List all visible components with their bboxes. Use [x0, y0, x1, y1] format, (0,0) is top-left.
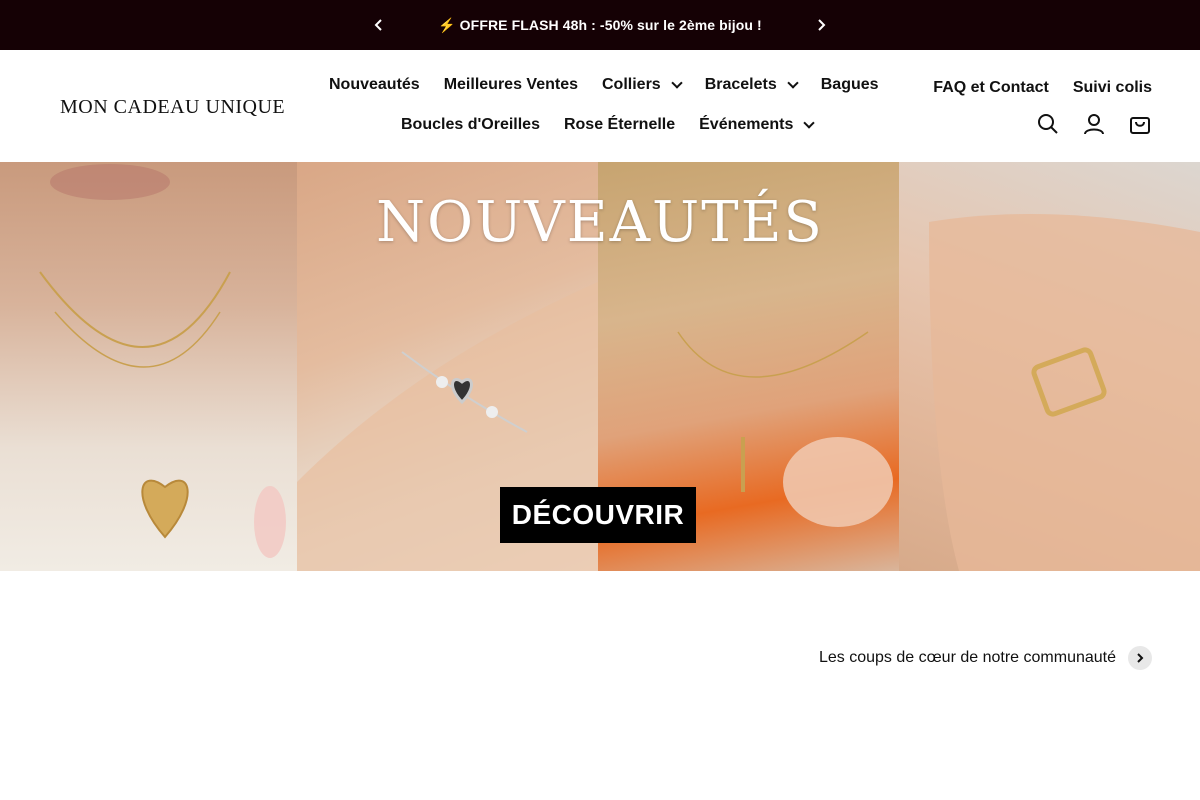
cart-icon: [1130, 117, 1150, 134]
nav-item-bagues[interactable]: Bagues: [821, 76, 879, 94]
hero-title: NOUVEAUTÉS: [376, 190, 824, 255]
site-logo[interactable]: MON CADEAU UNIQUE: [60, 96, 285, 119]
community-favorites-link[interactable]: Les coups de cœur de notre communauté: [819, 646, 1152, 670]
hero-banner: NOUVEAUTÉS DÉCOUVRIR: [0, 162, 1200, 571]
header-icons: [1036, 112, 1152, 136]
nav-item-boucles-oreilles[interactable]: Boucles d'Oreilles: [401, 116, 540, 134]
nav-item-bracelets[interactable]: Bracelets: [705, 76, 799, 94]
community-favorites-label: Les coups de cœur de notre communauté: [818, 649, 1116, 666]
announcement-message: ⚡ OFFRE FLASH 48h : -50% sur le 2ème bij…: [438, 16, 762, 33]
nav-item-meilleures-ventes[interactable]: Meilleures Ventes: [444, 76, 578, 94]
nav-item-nouveautes[interactable]: Nouveautés: [329, 76, 420, 94]
nav-item-rose-eternelle[interactable]: Rose Éternelle: [564, 116, 675, 134]
chevron-right-icon: [1137, 653, 1144, 663]
community-next-button[interactable]: [1128, 646, 1152, 670]
site-header: MON CADEAU UNIQUE Nouveautés Meilleures …: [0, 50, 1200, 162]
chevron-left-icon: [374, 19, 382, 31]
announcement-prev-button[interactable]: [369, 15, 389, 35]
announcement-next-button[interactable]: [811, 15, 831, 35]
discover-button[interactable]: DÉCOUVRIR: [500, 487, 696, 543]
main-nav-row-2: Boucles d'Oreilles Rose Éternelle Événem…: [401, 116, 816, 134]
account-button[interactable]: [1082, 112, 1106, 136]
chevron-down-icon: [671, 77, 683, 89]
account-icon: [1084, 114, 1104, 135]
announcement-bar: ⚡ OFFRE FLASH 48h : -50% sur le 2ème bij…: [0, 0, 1200, 50]
header-links: FAQ et Contact Suivi colis: [933, 79, 1152, 97]
nav-item-colliers[interactable]: Colliers: [602, 76, 683, 94]
chevron-right-icon: [818, 19, 826, 31]
order-tracking-link[interactable]: Suivi colis: [1073, 79, 1152, 97]
cart-button[interactable]: [1128, 112, 1152, 136]
search-button[interactable]: [1036, 112, 1060, 136]
faq-contact-link[interactable]: FAQ et Contact: [933, 79, 1049, 97]
main-nav-row-1: Nouveautés Meilleures Ventes Colliers Br…: [329, 76, 879, 94]
chevron-down-icon: [787, 77, 799, 89]
nav-item-evenements[interactable]: Événements: [699, 116, 816, 134]
search-icon: [1038, 114, 1058, 134]
chevron-down-icon: [803, 117, 816, 129]
